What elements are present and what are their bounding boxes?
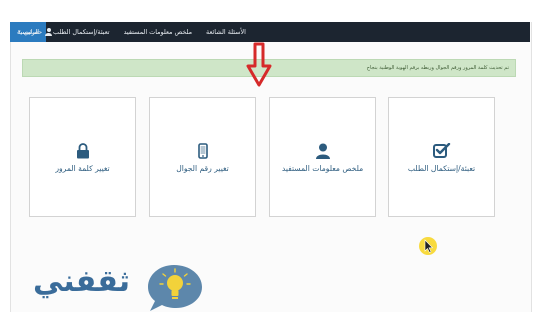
user-icon (45, 28, 53, 36)
card-label: تغيير كلمة المرور (55, 164, 110, 173)
nav-faq[interactable]: الأسئلة الشائعة (199, 22, 253, 42)
card-beneficiary-summary[interactable]: ملخص معلومات المستفيد (269, 97, 376, 217)
card-label: تعبئة/إستكمال الطلب (407, 164, 476, 173)
mouse-cursor-icon (419, 237, 437, 255)
lock-icon (76, 143, 89, 159)
mobile-icon (197, 143, 208, 159)
nav-beneficiary-summary[interactable]: ملخص معلومات المستفيد (117, 22, 199, 42)
top-navbar: الرئيسية تعبئة/إستكمال الطلب ملخص معلوما… (10, 22, 530, 42)
account-menu[interactable]: حسابي ▾ (18, 22, 53, 42)
chevron-down-icon: ▾ (18, 29, 21, 35)
account-label: حسابي (23, 28, 43, 36)
down-arrow-annotation (246, 42, 272, 87)
nav-fill-request[interactable]: تعبئة/إستكمال الطلب (46, 22, 117, 42)
watermark-text: ثقفني (32, 264, 130, 299)
user-icon (315, 143, 330, 159)
card-fill-request[interactable]: تعبئة/إستكمال الطلب (388, 97, 495, 217)
card-label: ملخص معلومات المستفيد (281, 164, 364, 173)
card-label: تغيير رقم الجوال (176, 164, 229, 173)
card-change-password[interactable]: تغيير كلمة المرور (29, 97, 136, 217)
card-change-mobile[interactable]: تغيير رقم الجوال (149, 97, 256, 217)
checkbox-icon (432, 143, 450, 158)
